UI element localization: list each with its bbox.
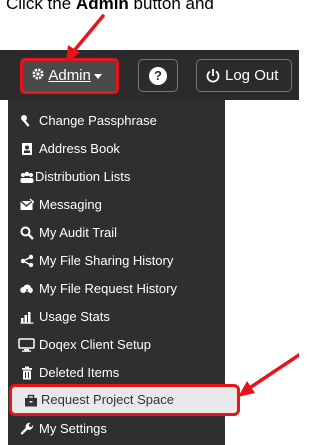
menu-item-my-file-request-history[interactable]: My File Request History [8,275,225,303]
power-icon [206,69,220,83]
logout-button[interactable]: Log Out [196,59,292,92]
menu-item-label: Distribution Lists [35,169,131,184]
menu-item-label: Change Passphrase [39,113,157,128]
trash-icon [22,366,32,380]
admin-button-label: Admin [48,67,91,84]
admin-button[interactable]: Admin [20,58,119,94]
briefcase-icon [25,394,37,407]
bar-chart-icon [20,312,34,324]
share-icon [20,254,34,268]
help-button[interactable]: ? [138,59,178,92]
menu-item-usage-stats[interactable]: Usage Stats [8,303,225,331]
menu-item-request-project-space[interactable]: Request Project Space [9,384,240,416]
menu-item-deleted-items[interactable]: Deleted Items [8,359,225,387]
menu-item-doqex-client-setup[interactable]: Doqex Client Setup [8,331,225,359]
menu-item-label: My Audit Trail [39,225,118,240]
users-icon [20,171,34,183]
menu-item-address-book[interactable]: Address Book [8,135,225,163]
cloud-icon [20,284,33,295]
menu-item-label: Usage Stats [39,309,110,324]
envelope-icon [20,198,34,210]
menu-item-my-audit-trail[interactable]: My Audit Trail [8,219,225,247]
logout-button-label: Log Out [225,67,279,84]
menu-item-label: Messaging [39,197,102,212]
menu-item-change-passphrase[interactable]: Change Passphrase [8,107,225,135]
wrench-icon [20,422,34,435]
caption-bold: Admin [75,0,129,13]
menu-item-messaging[interactable]: Messaging [8,191,225,219]
menu-item-label: Address Book [39,141,120,156]
menu-item-label: Deleted Items [39,365,120,380]
menu-item-distribution-lists[interactable]: Distribution Lists [8,163,225,191]
menu-item-label: My Settings [39,421,107,436]
search-icon [20,226,34,240]
instruction-caption: Click the Admin button and [0,0,299,16]
menu-item-my-settings[interactable]: My Settings [8,415,225,443]
gear-icon [32,68,44,80]
caption-prefix: Click the [6,0,76,13]
chevron-down-icon [93,73,102,79]
menu-item-label: Doqex Client Setup [39,337,152,352]
menu-item-label: My File Request History [39,281,177,296]
question-icon: ? [149,67,167,85]
caption-suffix: button and [128,0,214,13]
address-book-icon [22,143,32,155]
menu-item-label: Request Project Space [41,392,174,407]
admin-dropdown-menu: Change Passphrase Address Book Distribut… [8,100,240,445]
key-icon [21,115,30,127]
desktop-icon [18,338,35,352]
menu-item-label: My File Sharing History [39,253,174,268]
menu-item-my-file-sharing-history[interactable]: My File Sharing History [8,247,225,275]
